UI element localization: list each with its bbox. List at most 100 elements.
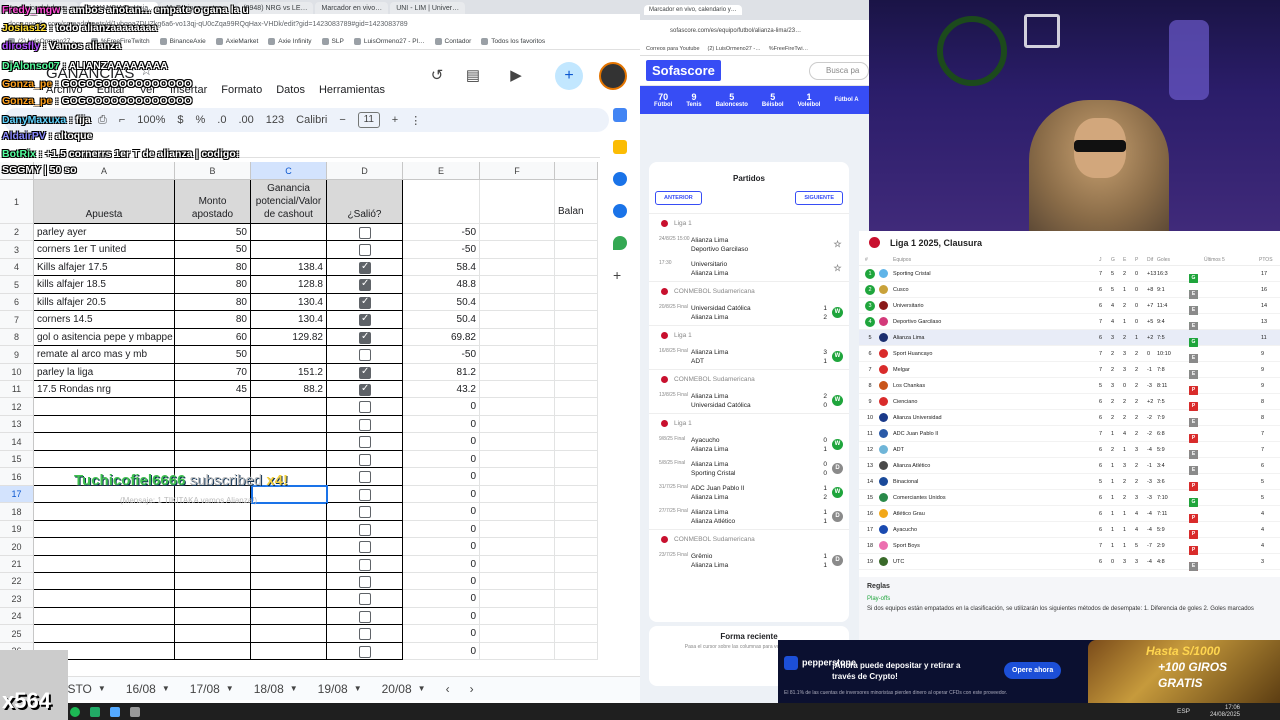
address-bar[interactable]: sofascore.com/es/equipo/futbol/alianza-l…: [640, 20, 869, 42]
favorite-star-icon[interactable]: ☆: [832, 263, 843, 274]
row-header[interactable]: 24: [0, 608, 34, 625]
checkbox[interactable]: [359, 244, 371, 256]
cell-b[interactable]: [175, 451, 251, 468]
scroll-left-icon[interactable]: ‹: [436, 682, 460, 696]
sofascore-logo[interactable]: Sofascore: [646, 60, 721, 81]
cell-e[interactable]: 43.2: [403, 381, 480, 398]
sheet-tab[interactable]: 16/08 ▼: [116, 682, 180, 696]
cell-a[interactable]: [34, 416, 175, 433]
checkbox[interactable]: [359, 541, 371, 553]
bookmark[interactable]: LuisOrmeno27 - Pl…: [353, 38, 425, 45]
checkbox[interactable]: [359, 471, 371, 483]
cell-b[interactable]: 50: [175, 224, 251, 241]
league-header[interactable]: Liga 1: [649, 413, 849, 433]
cell-e[interactable]: 0: [403, 486, 480, 503]
cell-c[interactable]: [251, 398, 327, 416]
header-cell-c[interactable]: Ganancia potencial/Valor de cashout: [251, 180, 327, 224]
cell-f[interactable]: [480, 556, 555, 573]
match-row[interactable]: 20/8/25 Final Universidad Católica Alianza…: [649, 301, 849, 325]
sport-tab-tenis[interactable]: 9 Tenis: [686, 92, 701, 108]
sheet-tab[interactable]: 17/08 ▼: [180, 682, 244, 696]
cell-f[interactable]: [480, 311, 555, 329]
checkbox[interactable]: [359, 628, 371, 640]
cell-c[interactable]: [251, 346, 327, 364]
avatar[interactable]: [599, 62, 627, 90]
explorer-icon[interactable]: [110, 706, 120, 717]
checkbox[interactable]: [359, 383, 371, 396]
standings-row[interactable]: 2Cusco6510+89:116GGGGE: [859, 282, 1280, 299]
font-size-decrease-icon[interactable]: −: [339, 114, 345, 126]
cell-f[interactable]: [480, 346, 555, 364]
cell-f[interactable]: [480, 241, 555, 259]
checkbox[interactable]: [359, 296, 371, 309]
cell-a[interactable]: parley la liga: [34, 364, 175, 381]
browser-tab[interactable]: Marcador en vivo…: [315, 2, 389, 14]
bookmark[interactable]: AxieMarket: [215, 38, 258, 45]
ad-cta-button[interactable]: Opere ahora: [1004, 662, 1062, 679]
anterior-button[interactable]: ANTERIOR: [655, 191, 702, 205]
cell-c[interactable]: 138.4: [251, 259, 327, 276]
cell-b[interactable]: [175, 521, 251, 538]
match-row[interactable]: 5/8/25 Final Alianza Lima Sporting Cristal…: [649, 457, 849, 481]
cell-a[interactable]: Kills alfajer 17.5: [34, 259, 175, 276]
row-header[interactable]: 4: [0, 259, 34, 276]
cell-f[interactable]: [480, 416, 555, 433]
row-header[interactable]: 19: [0, 521, 34, 538]
cell[interactable]: [480, 180, 555, 224]
row-header[interactable]: 1: [0, 180, 34, 224]
cell-c[interactable]: [251, 556, 327, 573]
standings-row[interactable]: 15Comerciantes Unidos6123-37:105EEPPG: [859, 490, 1280, 507]
contacts-icon[interactable]: [613, 204, 627, 218]
currency-button[interactable]: $: [177, 114, 183, 126]
cell-c[interactable]: [251, 625, 327, 643]
cell-c[interactable]: [251, 433, 327, 451]
cell-g[interactable]: [555, 556, 598, 573]
cell-b[interactable]: [175, 625, 251, 643]
header-cell-a[interactable]: Apuesta: [34, 180, 175, 224]
cell-c[interactable]: [251, 643, 327, 660]
cell-c[interactable]: [251, 521, 327, 538]
standings-row[interactable]: 13Alianza Atlético6132-13:46EGPEE: [859, 458, 1280, 475]
cell-e[interactable]: 0: [403, 556, 480, 573]
percent-button[interactable]: %: [196, 114, 206, 126]
bookmark[interactable]: Correos para Youtube: [646, 46, 700, 52]
cell-a[interactable]: kills alfajer 18.5: [34, 276, 175, 294]
sheet-tab[interactable]: 18/08 ▼: [244, 682, 308, 696]
history-icon[interactable]: ↺: [427, 66, 447, 86]
cell-a[interactable]: [34, 503, 175, 521]
menu-item-datos[interactable]: Datos: [276, 84, 305, 96]
row-header[interactable]: 7: [0, 311, 34, 329]
cell-g[interactable]: [555, 573, 598, 590]
cell-e[interactable]: 0: [403, 468, 480, 486]
standings-row[interactable]: 6Sport Huancayo7232010:109PGPEE: [859, 346, 1280, 363]
cell-g[interactable]: [555, 241, 598, 259]
cell-c[interactable]: [251, 503, 327, 521]
maps-icon[interactable]: [613, 236, 627, 250]
match-row[interactable]: 9/8/25 Final Ayacucho Alianza Lima 0 1 W: [649, 433, 849, 457]
more-formats-button[interactable]: 123: [266, 114, 284, 126]
cell-g[interactable]: [555, 451, 598, 468]
cell-f[interactable]: [480, 521, 555, 538]
cell-c[interactable]: 151.2: [251, 364, 327, 381]
bookmark[interactable]: %FreeFireTwi…: [769, 46, 808, 52]
cell-f[interactable]: [480, 276, 555, 294]
standings-row[interactable]: 9Cienciano6222+27:58GEPEP: [859, 394, 1280, 411]
cell-e[interactable]: 69.82: [403, 329, 480, 346]
cell-c[interactable]: [251, 538, 327, 556]
checkbox[interactable]: [359, 278, 371, 291]
row-header[interactable]: 14: [0, 433, 34, 451]
checkbox[interactable]: [359, 559, 371, 571]
cell-b[interactable]: 50: [175, 241, 251, 259]
cell-c[interactable]: [251, 241, 327, 259]
checkbox[interactable]: [359, 611, 371, 623]
cell[interactable]: [403, 180, 480, 224]
cell-a[interactable]: [34, 538, 175, 556]
checkbox[interactable]: [359, 436, 371, 448]
cell-a[interactable]: parley ayer: [34, 224, 175, 241]
cell-e[interactable]: 58.4: [403, 259, 480, 276]
cell-a[interactable]: [34, 608, 175, 625]
cell-g[interactable]: [555, 276, 598, 294]
font-size-increase-icon[interactable]: +: [392, 114, 398, 126]
cell-f[interactable]: [480, 224, 555, 241]
cell-f[interactable]: [480, 364, 555, 381]
